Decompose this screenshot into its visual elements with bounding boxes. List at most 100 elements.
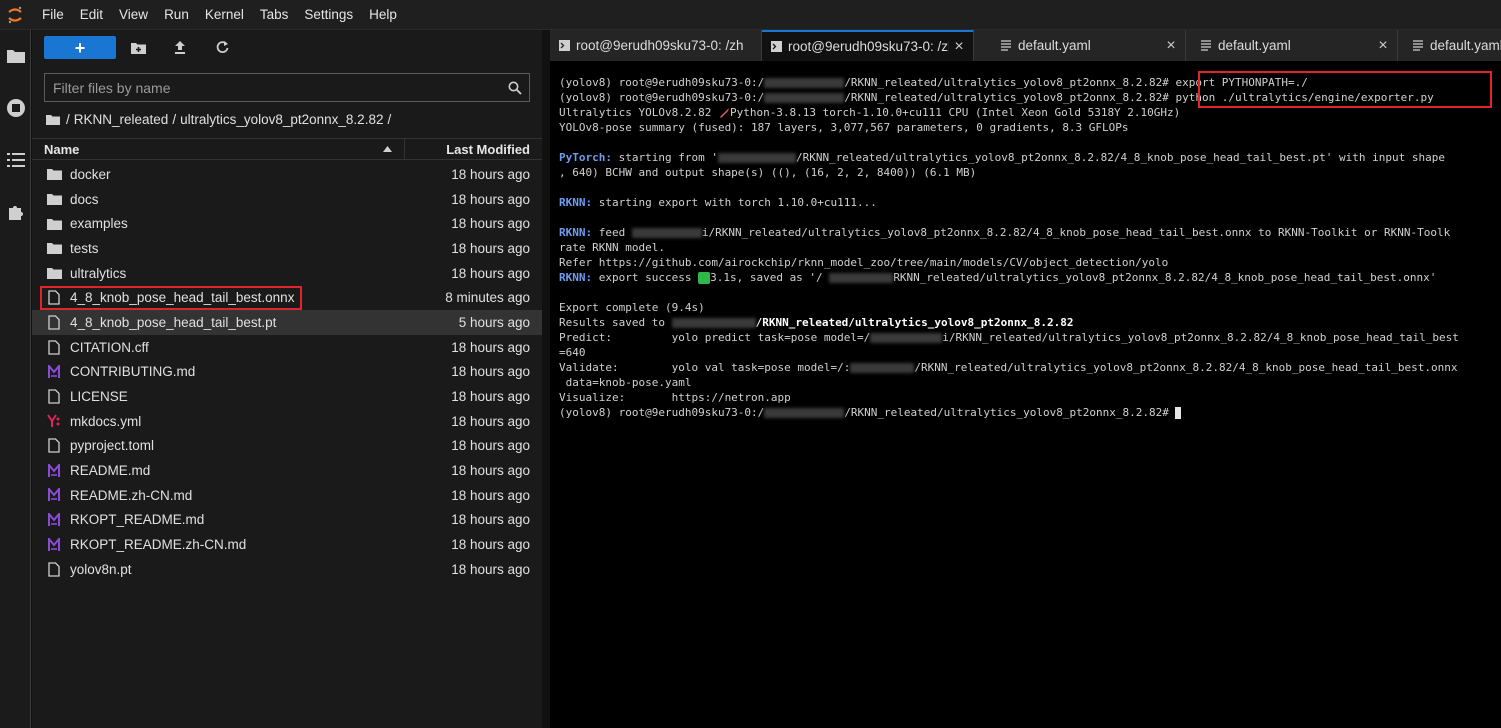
terminal-line: rate RKNN model. xyxy=(550,240,1501,255)
file-modified-time: 8 minutes ago xyxy=(445,290,530,306)
close-icon[interactable]: × xyxy=(949,38,969,56)
folder-icon xyxy=(46,216,62,232)
file-row[interactable]: yolov8n.pt 18 hours ago xyxy=(32,557,542,582)
breadcrumb-root[interactable]: / xyxy=(66,112,70,127)
breadcrumb-segment-rknn[interactable]: RKNN_releated xyxy=(74,112,169,127)
tab-default-yaml-1[interactable]: default.yaml × xyxy=(974,30,1186,61)
menu-help[interactable]: Help xyxy=(361,0,405,30)
menu-kernel[interactable]: Kernel xyxy=(197,0,252,30)
new-folder-icon xyxy=(130,42,146,54)
file-icon xyxy=(1200,40,1212,52)
terminal-line: Refer https://github.com/airockchip/rknn… xyxy=(550,255,1501,270)
redacted-path xyxy=(717,153,796,163)
output-text: Python-3.8.13 torch-1.10.0+cu111 CPU (In… xyxy=(729,106,1181,119)
close-icon[interactable]: × xyxy=(1161,37,1181,55)
file-name: mkdocs.yml xyxy=(70,413,142,429)
file-name: RKOPT_README.md xyxy=(70,512,205,528)
output-text: Validate: yolo val task=pose model=/: xyxy=(559,361,851,374)
file-row[interactable]: pyproject.toml 18 hours ago xyxy=(32,434,542,459)
menu-settings[interactable]: Settings xyxy=(296,0,361,30)
file-row[interactable]: tests 18 hours ago xyxy=(32,236,542,261)
output-text: i/RKNN_releated/ultralytics_yolov8_pt2on… xyxy=(701,226,1451,239)
table-of-contents-icon[interactable] xyxy=(0,134,31,186)
file-row[interactable]: ultralytics 18 hours ago xyxy=(32,261,542,286)
column-modified-header[interactable]: Last Modified xyxy=(405,139,542,159)
tab-label: root@9erudh09sku73-0: /zh xyxy=(576,38,744,53)
redacted-path xyxy=(764,408,845,418)
output-text: 3.1s, saved as '/ xyxy=(710,271,830,284)
menu-file[interactable]: File xyxy=(34,0,72,30)
filter-files-input[interactable] xyxy=(45,79,501,96)
refresh-button[interactable] xyxy=(208,36,236,59)
jupyter-logo-icon[interactable] xyxy=(0,0,30,30)
output-text: Export complete (9.4s) xyxy=(559,301,705,314)
terminal-line: Validate: yolo val task=pose model=/: /RK… xyxy=(550,360,1501,375)
terminal-output[interactable]: (yolov8) root@9erudh09sku73-0:/ /RKNN_rel… xyxy=(550,61,1501,728)
close-icon[interactable]: × xyxy=(1373,37,1393,55)
output-text: /RKNN_releated/ultralytics_yolov8_pt2onn… xyxy=(795,151,1445,164)
output-text: data=knob-pose.yaml xyxy=(559,376,692,389)
file-modified-time: 18 hours ago xyxy=(451,240,530,256)
terminal-line: RKNN: feed i/RKNN_releated/ultralytics_y… xyxy=(550,225,1501,240)
tab-default-yaml-3[interactable]: default.yaml xyxy=(1398,30,1501,61)
breadcrumb-segment-ultralytics[interactable]: ultralytics_yolov8_pt2onnx_8.2.82 xyxy=(180,112,383,127)
new-launcher-button[interactable]: + xyxy=(44,36,116,59)
breadcrumb: / RKNN_releated / ultralytics_yolov8_pt2… xyxy=(46,108,391,130)
file-browser-panel: + / RKNN_releated / ultralytics_yolov8_p… xyxy=(32,30,542,728)
tab-terminal-2[interactable]: root@9erudh09sku73-0: /zh × xyxy=(762,30,974,61)
tab-label: default.yaml xyxy=(1430,38,1501,53)
file-row[interactable]: docker 18 hours ago xyxy=(32,162,542,187)
file-row[interactable]: CONTRIBUTING.md 18 hours ago xyxy=(32,360,542,385)
menu-edit[interactable]: Edit xyxy=(72,0,111,30)
file-row[interactable]: README.md 18 hours ago xyxy=(32,458,542,483)
prompt-text: (yolov8) root@9erudh09sku73-0:/ xyxy=(559,91,765,104)
prompt-text: (yolov8) root@9erudh09sku73-0:/ xyxy=(559,76,765,89)
file-row[interactable]: LICENSE 18 hours ago xyxy=(32,384,542,409)
tab-label: root@9erudh09sku73-0: /zh xyxy=(788,39,949,54)
new-folder-button[interactable] xyxy=(124,36,152,59)
file-name: RKOPT_README.zh-CN.md xyxy=(70,537,247,553)
plus-icon: + xyxy=(74,37,86,58)
panel-splitter[interactable] xyxy=(542,30,550,728)
file-modified-time: 18 hours ago xyxy=(451,512,530,528)
file-modified-time: 18 hours ago xyxy=(451,537,530,553)
column-modified-label: Last Modified xyxy=(446,141,530,157)
terminal-line: Predict: yolo predict task=pose model=/ i… xyxy=(550,330,1501,345)
rknn-label: RKNN: xyxy=(559,226,593,239)
main-tab-bar: root@9erudh09sku73-0: /zh root@9erudh09s… xyxy=(550,30,1501,61)
redacted-path xyxy=(764,78,845,88)
file-name: README.md xyxy=(70,463,151,479)
file-name: 4_8_knob_pose_head_tail_best.pt xyxy=(70,314,277,330)
file-row[interactable]: docs 18 hours ago xyxy=(32,187,542,212)
column-name-header[interactable]: Name xyxy=(32,139,405,159)
folder-icon xyxy=(46,191,62,207)
file-row[interactable]: 4_8_knob_pose_head_tail_best.pt 5 hours a… xyxy=(32,310,542,335)
file-row[interactable]: RKOPT_README.md 18 hours ago xyxy=(32,508,542,533)
output-text: /RKNN_releated/ultralytics_yolov8_pt2onn… xyxy=(914,361,1458,374)
file-row[interactable]: CITATION.cff 18 hours ago xyxy=(32,335,542,360)
upload-icon xyxy=(175,41,185,54)
terminal-line: PyTorch: starting from ' /RKNN_releated/u… xyxy=(550,150,1501,165)
filter-box xyxy=(44,73,530,102)
tab-terminal-1[interactable]: root@9erudh09sku73-0: /zh xyxy=(550,30,762,61)
extension-puzzle-icon[interactable] xyxy=(0,186,31,238)
running-sessions-icon[interactable] xyxy=(0,82,31,134)
redacted-path xyxy=(850,363,915,373)
folder-icon[interactable] xyxy=(0,30,31,82)
file-row[interactable]: mkdocs.yml 18 hours ago xyxy=(32,409,542,434)
tab-default-yaml-2[interactable]: default.yaml × xyxy=(1186,30,1398,61)
file-row[interactable]: examples 18 hours ago xyxy=(32,211,542,236)
terminal-line: RKNN: export success 3.1s, saved as '/ R… xyxy=(550,270,1501,285)
menu-view[interactable]: View xyxy=(111,0,156,30)
home-folder-icon[interactable] xyxy=(46,114,60,125)
upload-button[interactable] xyxy=(166,36,194,59)
file-row[interactable]: RKOPT_README.zh-CN.md 18 hours ago xyxy=(32,532,542,557)
markdown-icon xyxy=(46,463,62,479)
file-modified-time: 18 hours ago xyxy=(451,438,530,454)
output-text: Predict: yolo predict task=pose model=/ xyxy=(559,331,871,344)
file-name: tests xyxy=(70,240,99,256)
menu-tabs[interactable]: Tabs xyxy=(252,0,297,30)
menu-run[interactable]: Run xyxy=(156,0,197,30)
terminal-line: Results saved to /RKNN_releated/ultralyt… xyxy=(550,315,1501,330)
file-row[interactable]: README.zh-CN.md 18 hours ago xyxy=(32,483,542,508)
